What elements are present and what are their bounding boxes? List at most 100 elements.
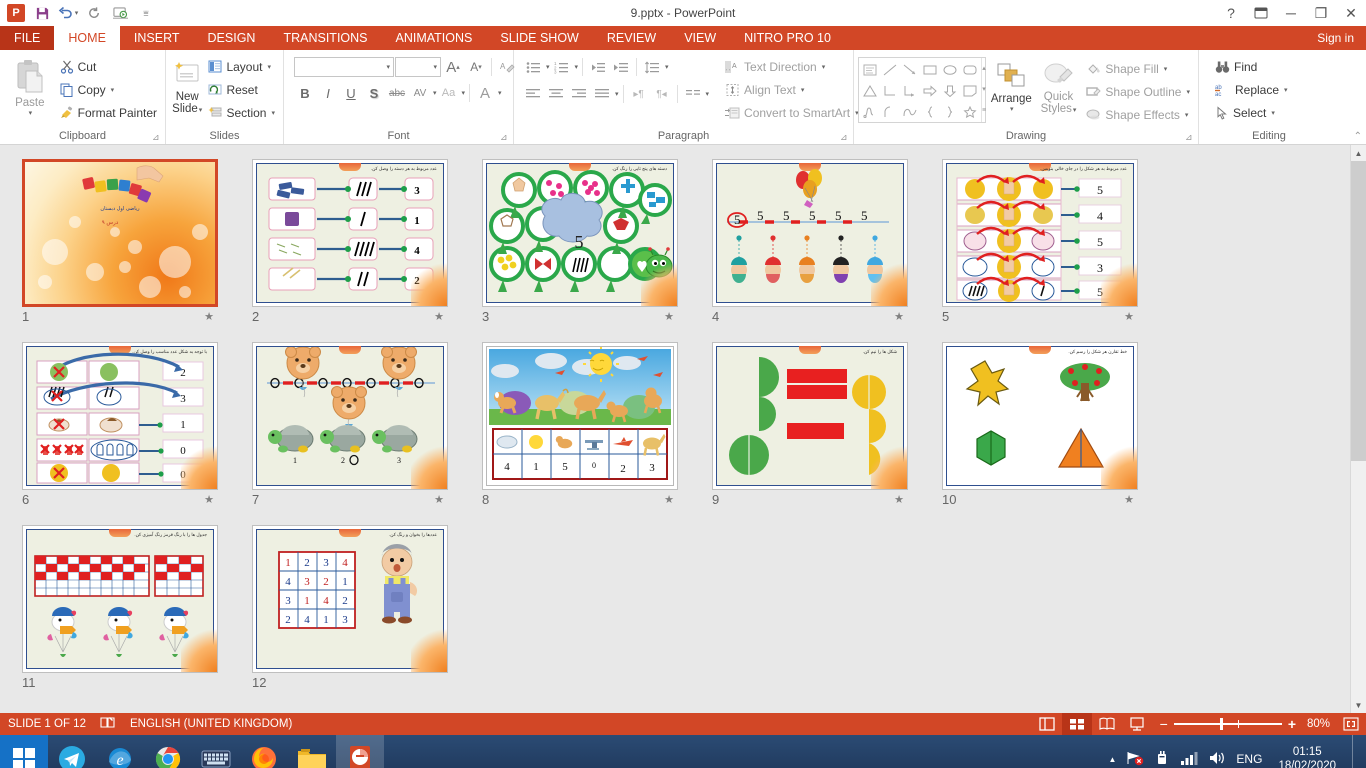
font-size-input[interactable]: ▾ <box>395 57 441 77</box>
slide-animation-star-8[interactable]: ★ <box>664 493 674 506</box>
quick-styles-button[interactable]: Quick Styles▾ <box>1037 57 1081 117</box>
align-left-button[interactable] <box>522 83 544 105</box>
section-button[interactable]: Section ▾ <box>204 101 279 124</box>
volume-icon[interactable] <box>1208 750 1226 768</box>
align-center-button[interactable] <box>545 83 567 105</box>
change-case-caret[interactable]: ▾ <box>462 89 466 97</box>
clipboard-dialog-launcher[interactable]: ⊿ <box>152 132 163 143</box>
tab-animations[interactable]: ANIMATIONS <box>382 26 487 50</box>
text-shadow-button[interactable]: S <box>363 82 385 104</box>
bullets-button[interactable] <box>522 56 544 78</box>
signal-icon[interactable] <box>1180 751 1198 768</box>
decrease-indent-button[interactable] <box>587 56 609 78</box>
powerpoint-app-icon[interactable]: P <box>4 2 28 24</box>
telegram-icon[interactable] <box>48 735 96 768</box>
convert-to-smartart-button[interactable]: Convert to SmartArt ▾ <box>721 101 863 124</box>
font-size-caret[interactable]: ▾ <box>433 63 437 71</box>
file-explorer-icon[interactable] <box>288 735 336 768</box>
scrollbar-thumb[interactable] <box>1351 161 1366 461</box>
shape-right-arrow-icon[interactable] <box>920 80 940 101</box>
shape-down-arrow-icon[interactable] <box>940 80 960 101</box>
tab-slide-show[interactable]: SLIDE SHOW <box>486 26 593 50</box>
bullets-caret[interactable]: ▾ <box>546 63 550 71</box>
shape-arrow-icon[interactable] <box>900 59 920 80</box>
usb-icon[interactable] <box>1154 750 1170 768</box>
font-name-input[interactable]: ▾ <box>294 57 394 77</box>
repeat-icon[interactable] <box>82 2 106 24</box>
align-text-caret[interactable]: ▾ <box>801 86 805 94</box>
scrollbar-track[interactable] <box>1351 461 1366 697</box>
shape-outline-caret[interactable]: ▾ <box>1186 88 1190 96</box>
zoom-level-label[interactable]: 80% <box>1304 718 1336 730</box>
strikethrough-button[interactable]: abc <box>386 82 408 104</box>
rtl-direction-button[interactable]: ¶◂ <box>651 83 673 105</box>
zoom-out-button[interactable]: − <box>1160 716 1168 732</box>
tab-insert[interactable]: INSERT <box>120 26 194 50</box>
font-color-caret[interactable]: ▾ <box>498 89 502 97</box>
chrome-icon[interactable] <box>144 735 192 768</box>
help-button[interactable]: ? <box>1216 0 1246 26</box>
underline-button[interactable]: U <box>340 82 362 104</box>
customize-quick-access-icon[interactable]: ⩸ <box>134 2 158 24</box>
replace-button[interactable]: abac Replace ▾ <box>1211 78 1292 101</box>
line-spacing-button[interactable] <box>641 56 663 78</box>
shape-arc-icon[interactable] <box>880 101 900 122</box>
slide-thumbnail-7[interactable]: 1 2 3 <box>252 342 448 490</box>
slide-thumbnail-10[interactable]: خط تقارن هر شکل را رسم کن. <box>942 342 1138 490</box>
powerpoint-taskbar-icon[interactable] <box>336 735 384 768</box>
layout-caret[interactable]: ▾ <box>267 63 271 71</box>
ribbon-display-options-button[interactable] <box>1246 0 1276 26</box>
character-spacing-button[interactable]: AV <box>409 82 431 104</box>
select-caret[interactable]: ▾ <box>1271 109 1275 117</box>
increase-font-size-button[interactable]: A▴ <box>442 56 464 78</box>
justify-button[interactable] <box>591 83 613 105</box>
find-button[interactable]: Find <box>1211 55 1292 78</box>
tab-home[interactable]: HOME <box>54 26 120 50</box>
shape-left-brace-icon[interactable] <box>920 101 940 122</box>
slide-animation-star-10[interactable]: ★ <box>1124 493 1134 506</box>
select-button[interactable]: Select ▾ <box>1211 101 1292 124</box>
font-dialog-launcher[interactable]: ⊿ <box>500 132 511 143</box>
copy-button[interactable]: Copy ▾ <box>56 78 161 101</box>
close-button[interactable]: ✕ <box>1336 0 1366 26</box>
vertical-scrollbar[interactable]: ▲ ▼ <box>1350 145 1366 713</box>
section-caret[interactable]: ▾ <box>271 109 275 117</box>
language-indicator[interactable]: ENGLISH (UNITED KINGDOM) <box>130 718 292 730</box>
zoom-slider[interactable]: − + <box>1152 716 1304 732</box>
shape-star-icon[interactable] <box>960 101 980 122</box>
slide-thumbnail-9[interactable]: شکل ها را نیم کن. <box>712 342 908 490</box>
slide-thumbnail-6[interactable]: با توجه به شکل عدد مناسب را وصل کن. 2 3 <box>22 342 218 490</box>
slide-animation-star-2[interactable]: ★ <box>434 310 444 323</box>
shape-line-icon[interactable] <box>880 59 900 80</box>
show-desktop-button[interactable] <box>1352 735 1360 768</box>
shape-curve-icon[interactable] <box>900 101 920 122</box>
shape-elbow-arrow-icon[interactable] <box>900 80 920 101</box>
paragraph-dialog-launcher[interactable]: ⊿ <box>840 132 851 143</box>
slide-thumbnail-5[interactable]: عدد مربوط به هر شکل را در جای خالی بنویس… <box>942 159 1138 307</box>
align-right-button[interactable] <box>568 83 590 105</box>
slide-animation-star-1[interactable]: ★ <box>204 310 214 323</box>
paste-button[interactable]: Paste ▾ <box>4 55 56 117</box>
tab-transitions[interactable]: TRANSITIONS <box>269 26 381 50</box>
shape-scribble-icon[interactable] <box>860 101 880 122</box>
shape-effects-button[interactable]: Shape Effects ▾ <box>1082 103 1194 126</box>
internet-explorer-icon[interactable]: e <box>96 735 144 768</box>
shape-effects-caret[interactable]: ▾ <box>1185 111 1189 119</box>
normal-view-button[interactable] <box>1032 713 1062 735</box>
shapes-gallery[interactable]: ▴ ▾ ≡ <box>858 57 986 123</box>
input-language-indicator[interactable]: ENG <box>1236 752 1262 766</box>
shape-outline-button[interactable]: Shape Outline ▾ <box>1082 80 1194 103</box>
slide-thumbnail-1[interactable]: ریاضی اول دبستان درس ۹ <box>22 159 218 307</box>
minimize-button[interactable]: ─ <box>1276 0 1306 26</box>
shape-textbox-icon[interactable] <box>860 59 880 80</box>
undo-dropdown-caret[interactable]: ▾ <box>75 9 79 17</box>
zoom-in-button[interactable]: + <box>1288 716 1296 732</box>
line-spacing-caret[interactable]: ▾ <box>665 63 669 71</box>
drawing-dialog-launcher[interactable]: ⊿ <box>1185 132 1196 143</box>
shape-elbow-connector-icon[interactable] <box>880 80 900 101</box>
slide-thumbnail-11[interactable]: جدول ها را با رنگ قرمز رنگ آمیزی کن. <box>22 525 218 673</box>
copy-dropdown-caret[interactable]: ▾ <box>111 86 115 94</box>
tab-design[interactable]: DESIGN <box>194 26 270 50</box>
shape-triangle-icon[interactable] <box>860 80 880 101</box>
numbering-button[interactable]: 123 <box>551 56 573 78</box>
